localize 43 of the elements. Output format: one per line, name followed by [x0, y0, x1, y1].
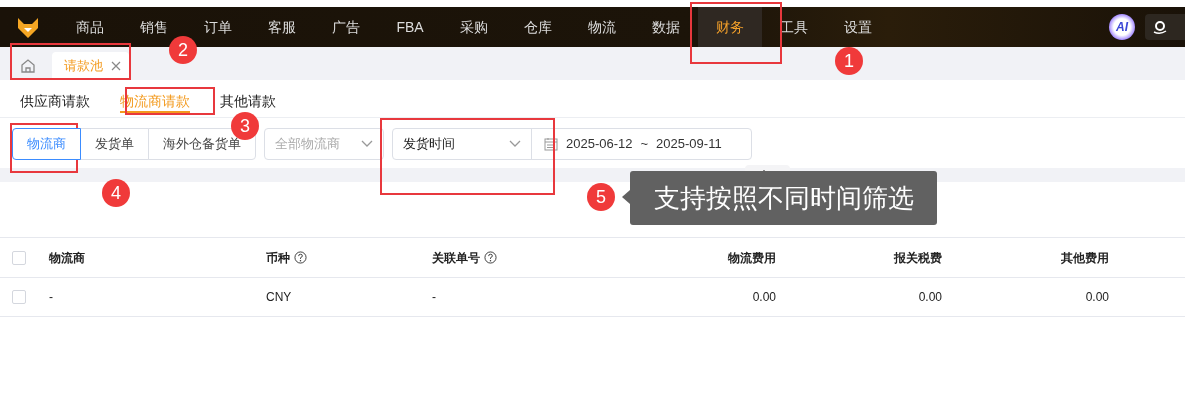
table-cell-text: CNY [266, 289, 292, 306]
column-header: 物流费用 [728, 249, 776, 267]
column-header: 物流商 [49, 249, 85, 267]
checkbox[interactable] [12, 290, 26, 304]
home-icon [20, 58, 36, 74]
sub-tab[interactable]: 其他请款 [220, 93, 276, 113]
close-icon[interactable] [111, 61, 121, 71]
column-header: 关联单号 [432, 249, 480, 267]
nav-item[interactable]: 数据 [634, 7, 698, 47]
nav-item[interactable]: 物流 [570, 7, 634, 47]
table-cell-text: 0.00 [918, 289, 942, 306]
table-cell-text: 0.00 [1085, 289, 1109, 306]
tab-label: 请款池 [64, 57, 103, 76]
sub-tab[interactable]: 供应商请款 [20, 93, 90, 113]
nav-item[interactable]: 设置 [826, 7, 890, 47]
column-header: 币种 [266, 249, 290, 267]
nav-item[interactable]: 客服 [250, 7, 314, 47]
checkbox[interactable] [12, 250, 26, 265]
nav-item[interactable]: 仓库 [506, 7, 570, 47]
table-cell-text: - [432, 289, 436, 306]
annotation-frame [10, 123, 78, 173]
fox-logo-icon[interactable] [16, 15, 40, 39]
column-header: 报关税费 [894, 249, 942, 267]
step-marker: 4 [102, 179, 130, 207]
help-icon[interactable] [294, 251, 307, 264]
table-cell-text: - [49, 289, 53, 306]
ai-assistant-button[interactable]: AI [1109, 14, 1135, 40]
store-icon [1153, 19, 1167, 35]
store-button[interactable] [1145, 14, 1185, 40]
tooltip-pointer [620, 190, 630, 204]
step-marker: 5 [587, 183, 615, 211]
table-cell-text: 0.00 [752, 289, 776, 306]
nav-item[interactable]: FBA [378, 7, 442, 47]
tooltip: 支持按照不同时间筛选 [630, 171, 937, 225]
nav-item[interactable]: 采购 [442, 7, 506, 47]
segment-button[interactable]: 发货单 [80, 128, 149, 160]
nav-item[interactable]: 广告 [314, 7, 378, 47]
column-header: 其他费用 [1061, 249, 1109, 267]
select-placeholder: 全部物流商 [275, 135, 340, 154]
chevron-down-icon [361, 140, 373, 148]
nav-item[interactable]: 商品 [58, 7, 122, 47]
nav-item[interactable]: 财务 [698, 7, 762, 47]
help-icon[interactable] [484, 251, 497, 264]
